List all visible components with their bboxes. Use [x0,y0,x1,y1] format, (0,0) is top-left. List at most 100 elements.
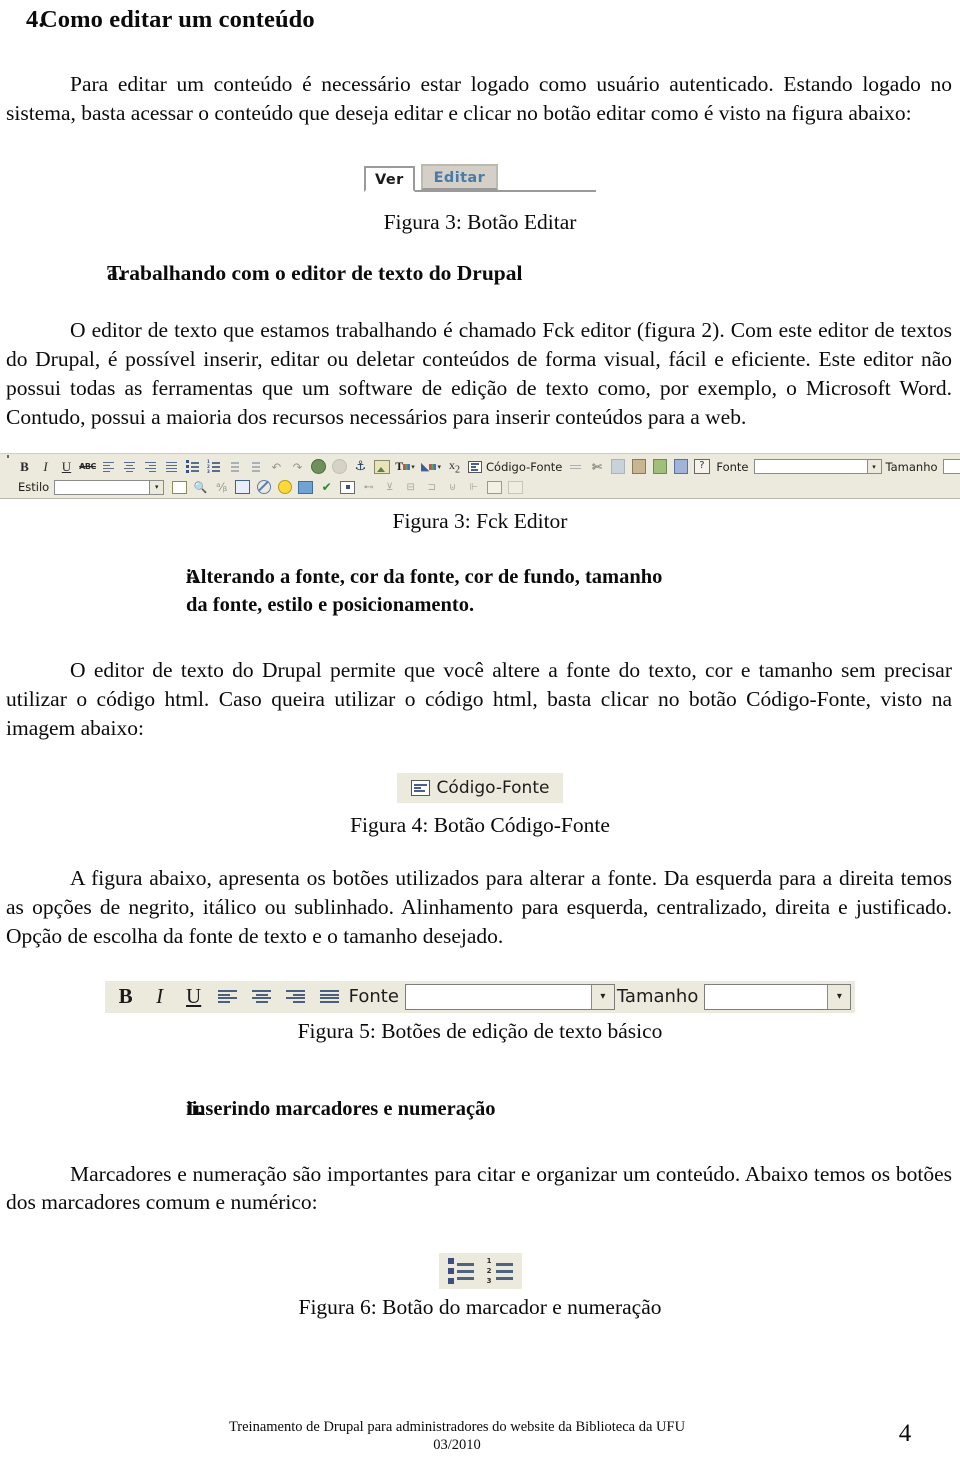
subsection-a-title: Trabalhando com o editor de texto do Dru… [107,260,523,285]
subscript-icon[interactable]: x2 [444,457,465,476]
image-icon[interactable] [371,457,392,476]
horizontal-rule-icon[interactable] [565,457,586,476]
page-footer: Treinamento de Drupal para administrador… [0,1418,960,1455]
footer-line-2: 03/2010 [433,1437,481,1454]
page-number: 4 [898,1419,912,1447]
figure-6-caption: Figura 6: Botão do marcador e numeração [298,1295,662,1320]
font-label: Fonte [348,986,399,1008]
figure-5-caption: Figura 5: Botões de edição de texto bási… [297,1018,663,1043]
subsection-ii-title: Inserindo marcadores e numeração [186,1097,496,1120]
tab-ver[interactable]: Ver [364,165,415,192]
underline-icon[interactable]: U [56,457,77,476]
align-right-icon[interactable] [140,457,161,476]
chevron-down-icon: ▾ [866,460,881,474]
underline-icon[interactable]: U [177,982,211,1012]
replace-icon[interactable]: ᵃ⁄ᵦ [211,478,232,497]
background-color-icon[interactable]: ◣ ▾ [418,457,444,476]
align-center-icon[interactable] [245,982,279,1012]
style-select[interactable]: ▾ [54,479,165,495]
form-radio-icon[interactable]: ⊻ [379,478,400,497]
about-icon[interactable]: ? [691,457,712,476]
source-code-button-label: Código-Fonte [486,459,563,474]
cut-icon[interactable]: ✄ [586,457,607,476]
select-all-icon[interactable] [337,478,358,497]
source-code-icon [468,460,482,473]
align-left-icon[interactable] [98,457,119,476]
strikethrough-icon[interactable]: ABC [77,457,98,476]
find-icon[interactable]: 🔍 [190,478,211,497]
align-justify-icon[interactable] [161,457,182,476]
table-merge-icon[interactable] [505,478,526,497]
fck-toolbar-row-2: Estilo ▾ 🔍 ᵃ⁄ᵦ ✔ ⊷ ⊻ ⊟ ⊐ ⊍ ⊩ [0,477,960,497]
undo-icon[interactable]: ↶ [266,457,287,476]
bold-icon[interactable]: B [14,457,35,476]
form-button-icon[interactable]: ⊩ [463,478,484,497]
number-lines [495,1262,513,1280]
table-cell-icon[interactable] [484,478,505,497]
subsection-ii-heading: ii. Inserindo marcadores e numeração [0,1096,960,1124]
no-entry-icon[interactable] [253,478,274,497]
source-code-button-large-label: Código-Fonte [436,777,550,798]
decrease-indent-icon[interactable] [224,457,245,476]
text-color-icon[interactable]: T ▾ [392,457,418,476]
page-title: 4. Como editar um conteúdo [0,0,960,34]
font-select[interactable]: ▾ [404,983,615,1010]
tab-editar[interactable]: Editar [420,163,499,190]
bullet-markers [447,1258,454,1285]
align-right-icon[interactable] [279,982,313,1012]
table-icon[interactable] [169,478,190,497]
size-label: Tamanho [616,986,699,1008]
align-justify-icon[interactable] [313,982,347,1012]
align-left-icon[interactable] [211,982,245,1012]
source-code-button[interactable]: Código-Fonte [465,460,565,474]
subsection-ii-paragraph: Marcadores e numeração são importantes p… [6,1161,952,1215]
form-select-icon[interactable]: ⊍ [442,478,463,497]
spellcheck-icon[interactable]: ✔ [316,478,337,497]
numbered-list-icon[interactable]: 123 [203,457,224,476]
list-buttons-toolbar: 1 2 3 [438,1253,522,1290]
size-label: Tamanho [885,459,938,474]
paste-text-icon[interactable] [649,457,670,476]
anchor-icon[interactable]: ⚓ [350,457,371,476]
form-textarea-icon[interactable]: ⊐ [421,478,442,497]
subsection-i-marker: i. [186,566,197,589]
number-marker-1: 1 [486,1257,492,1266]
bulleted-list-icon[interactable] [182,457,203,476]
unlink-icon[interactable] [329,457,350,476]
show-blocks-icon[interactable] [232,478,253,497]
number-markers: 1 2 3 [486,1257,493,1285]
increase-indent-icon[interactable] [245,457,266,476]
figure-3-fck-toolbar-image: B I U ABC 123 ↶ ↷ ⚓ T ▾ ◣ ▾ x2 Código-Font… [0,453,960,500]
align-center-icon[interactable] [119,457,140,476]
italic-icon[interactable]: I [35,457,56,476]
fck-toolbar-row-1: B I U ABC 123 ↶ ↷ ⚓ T ▾ ◣ ▾ x2 Código-Font… [0,456,960,477]
numbered-list-icon[interactable]: 1 2 3 [486,1257,513,1285]
copy-icon[interactable] [607,457,628,476]
subsection-i-title: Alterando a fonte, cor da fonte, cor de … [186,566,663,617]
bold-icon[interactable]: B [109,982,143,1012]
paste-word-icon[interactable] [670,457,691,476]
intro-paragraph: Para editar um conteúdo é necessário est… [6,72,952,125]
number-marker-2: 2 [486,1267,492,1276]
size-select[interactable]: ▾ [942,459,960,475]
font-select[interactable]: ▾ [753,459,882,475]
paste-icon[interactable] [628,457,649,476]
flash-icon[interactable] [295,478,316,497]
source-code-icon [410,779,430,796]
redo-icon[interactable]: ↷ [287,457,308,476]
subsection-ii-marker: ii. [186,1097,203,1120]
bulleted-list-icon[interactable] [447,1258,474,1285]
subsection-a-marker: a. [107,260,124,285]
italic-icon[interactable]: I [143,982,177,1012]
font-label: Fonte [716,459,749,474]
figure-4-source-button-image: Código-Fonte [0,772,960,803]
chevron-down-icon: ▾ [149,480,164,494]
form-textfield-icon[interactable]: ⊟ [400,478,421,497]
figure-3-fck-caption: Figura 3: Fck Editor [392,509,568,534]
source-code-button-large[interactable]: Código-Fonte [396,772,564,803]
link-icon[interactable] [308,457,329,476]
smiley-icon[interactable] [274,478,295,497]
size-select[interactable]: ▾ [704,983,852,1010]
chevron-down-icon: ▾ [590,984,614,1009]
form-checkbox-icon[interactable]: ⊷ [358,478,379,497]
